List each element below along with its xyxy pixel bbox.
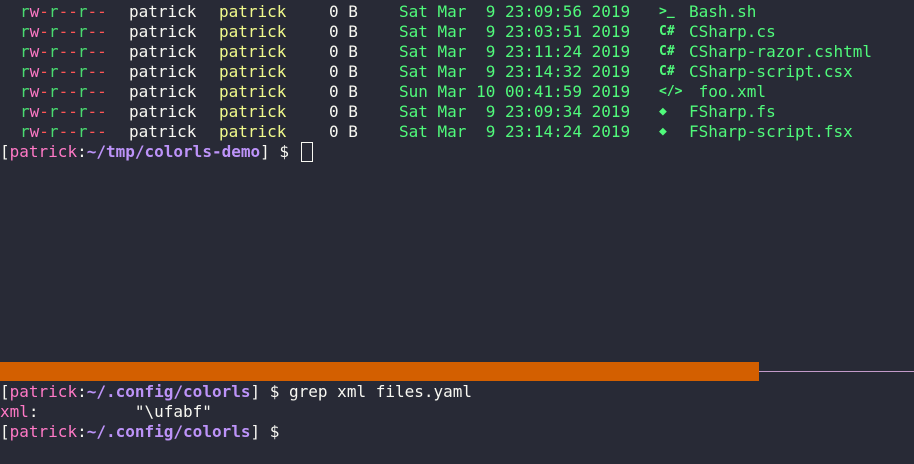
file-name: CSharp-razor.cshtml [689, 42, 873, 61]
file-name: FSharp.fs [689, 102, 776, 121]
group: patrick [219, 82, 287, 101]
owner: patrick [129, 22, 197, 41]
prompt-dollar: $ [269, 422, 280, 441]
pane-divider-line [759, 371, 914, 372]
group: patrick [219, 62, 287, 81]
modified-date: Sat Mar 9 23:11:24 2019 [399, 42, 631, 61]
prompt-path: ~/tmp/colorls-demo [86, 142, 261, 161]
group: patrick [219, 2, 287, 21]
group: patrick [219, 122, 287, 141]
top-prompt-line: [patrick:~/tmp/colorls-demo] $ [0, 142, 914, 162]
prompt-user: patrick [9, 142, 78, 161]
file-listing: rw-r--r-- patrick patrick 0 B Sat Mar 9 23:0… [0, 2, 914, 142]
prompt-open-bracket: [ [0, 422, 10, 441]
yaml-key: xml [0, 402, 29, 421]
modified-date: Sun Mar 10 00:41:59 2019 [399, 82, 631, 101]
prompt-colon: : [77, 382, 87, 401]
file-size: 0 B [329, 62, 358, 81]
file-type-icon: ◆ [659, 104, 667, 119]
text-cursor[interactable] [300, 142, 313, 162]
permissions: rw-r--r-- [20, 2, 107, 21]
file-name: CSharp-script.csx [689, 62, 853, 81]
listing-row: rw-r--r-- patrick patrick 0 B Sat Mar 9 23:1… [0, 122, 914, 142]
listing-row: rw-r--r-- patrick patrick 0 B Sat Mar 9 23:0… [0, 22, 914, 42]
prompt-close-bracket: ] [250, 382, 270, 401]
prompt-path: ~/.config/colorls [86, 422, 251, 441]
listing-row: rw-r--r-- patrick patrick 0 B Sat Mar 9 23:1… [0, 62, 914, 82]
owner: patrick [129, 102, 197, 121]
file-size: 0 B [329, 82, 358, 101]
yaml-value: "\ufabf" [38, 402, 212, 421]
command-text: grep xml files.yaml [289, 382, 473, 401]
permissions: rw-r--r-- [20, 82, 107, 101]
prompt-open-bracket: [ [0, 142, 10, 161]
file-type-icon: C# [659, 44, 675, 59]
file-name: FSharp-script.fsx [689, 122, 853, 141]
file-type-icon: C# [659, 64, 675, 79]
prompt-user: patrick [9, 382, 78, 401]
bottom-terminal-pane[interactable]: [patrick:~/.config/colorls] $ grep xml f… [0, 382, 914, 442]
group: patrick [219, 102, 287, 121]
file-name: Bash.sh [689, 2, 757, 21]
prompt-dollar: $ [269, 382, 290, 401]
owner: patrick [129, 62, 197, 81]
prompt-colon: : [77, 142, 87, 161]
file-size: 0 B [329, 122, 358, 141]
file-type-icon: >_ [659, 4, 675, 19]
file-name: foo.xml [689, 82, 767, 101]
owner: patrick [129, 2, 197, 21]
file-size: 0 B [329, 22, 358, 41]
group: patrick [219, 22, 287, 41]
prompt-close-bracket: ] [260, 142, 280, 161]
permissions: rw-r--r-- [20, 122, 107, 141]
prompt-dollar: $ [279, 142, 299, 161]
listing-row: rw-r--r-- patrick patrick 0 B Sun Mar 10 00:… [0, 82, 914, 102]
owner: patrick [129, 82, 197, 101]
file-size: 0 B [329, 42, 358, 61]
bottom-prompt-line: [patrick:~/.config/colorls] $ [0, 422, 914, 442]
prompt-user: patrick [9, 422, 78, 441]
yaml-colon: : [28, 402, 39, 421]
file-size: 0 B [329, 102, 358, 121]
prompt-colon: : [77, 422, 87, 441]
pane-divider-bar[interactable] [0, 362, 759, 381]
top-terminal-pane[interactable]: rw-r--r-- patrick patrick 0 B Sat Mar 9 23:0… [0, 2, 914, 162]
file-size: 0 B [329, 2, 358, 21]
permissions: rw-r--r-- [20, 42, 107, 61]
owner: patrick [129, 122, 197, 141]
permissions: rw-r--r-- [20, 102, 107, 121]
group: patrick [219, 42, 287, 61]
file-name: CSharp.cs [689, 22, 776, 41]
modified-date: Sat Mar 9 23:14:32 2019 [399, 62, 631, 81]
permissions: rw-r--r-- [20, 62, 107, 81]
listing-row: rw-r--r-- patrick patrick 0 B Sat Mar 9 23:1… [0, 42, 914, 62]
modified-date: Sat Mar 9 23:09:34 2019 [399, 102, 631, 121]
file-type-icon: ◆ [659, 124, 667, 139]
grep-result-line: xml: "\ufabf" [0, 402, 914, 422]
permissions: rw-r--r-- [20, 22, 107, 41]
listing-row: rw-r--r-- patrick patrick 0 B Sat Mar 9 23:0… [0, 2, 914, 22]
owner: patrick [129, 42, 197, 61]
file-type-icon: </> [659, 84, 683, 99]
bottom-command-line: [patrick:~/.config/colorls] $ grep xml f… [0, 382, 914, 402]
modified-date: Sat Mar 9 23:03:51 2019 [399, 22, 631, 41]
modified-date: Sat Mar 9 23:09:56 2019 [399, 2, 631, 21]
prompt-open-bracket: [ [0, 382, 10, 401]
listing-row: rw-r--r-- patrick patrick 0 B Sat Mar 9 23:0… [0, 102, 914, 122]
prompt-close-bracket: ] [250, 422, 270, 441]
file-type-icon: C# [659, 24, 675, 39]
modified-date: Sat Mar 9 23:14:24 2019 [399, 122, 631, 141]
prompt-path: ~/.config/colorls [86, 382, 251, 401]
